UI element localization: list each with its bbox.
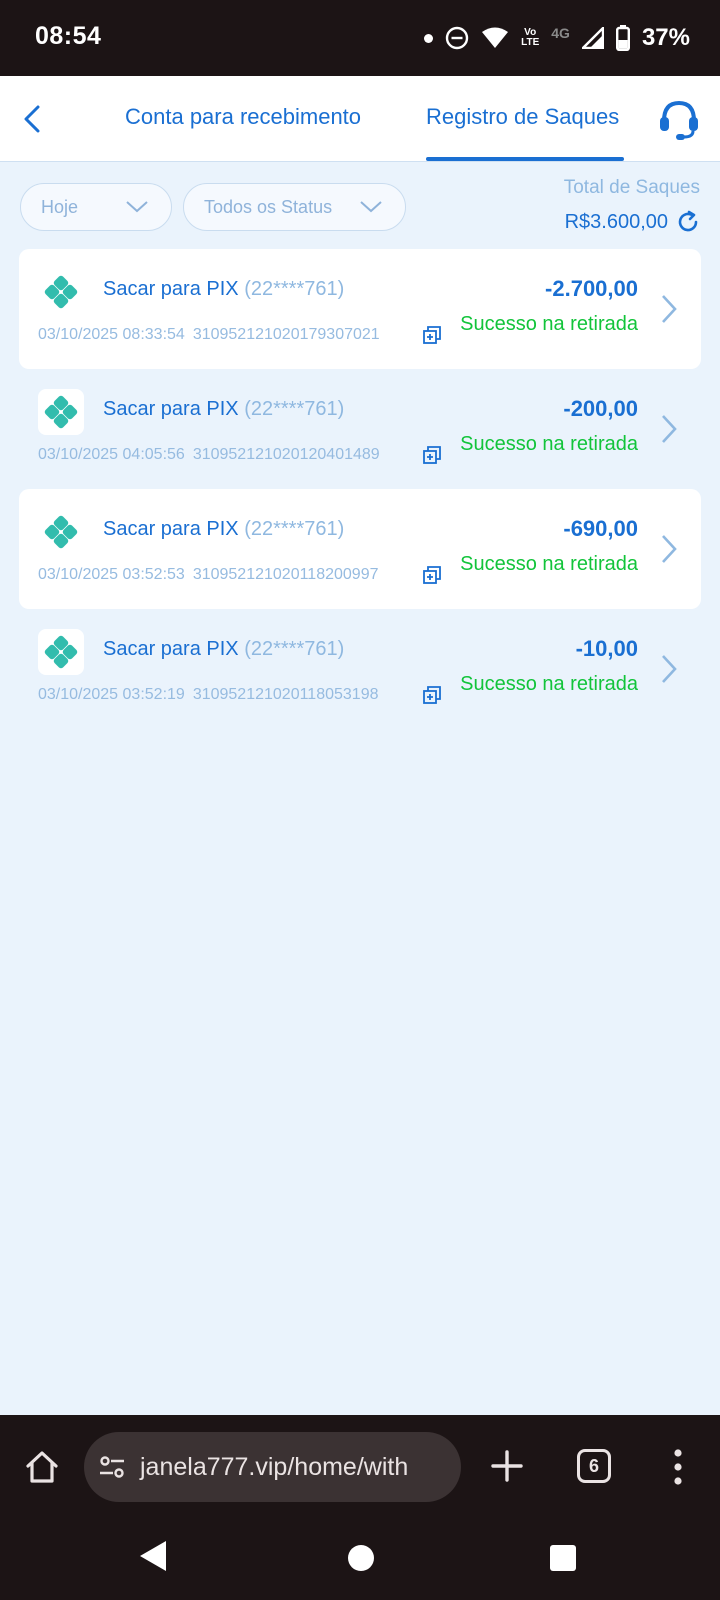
tab-switcher-button[interactable]: 6 — [577, 1449, 611, 1483]
nav-home-icon[interactable] — [348, 1545, 374, 1571]
chevron-right-icon — [662, 655, 677, 683]
wifi-icon — [482, 27, 509, 48]
masked-account: (22****761) — [244, 398, 345, 420]
withdrawal-meta: 03/10/2025 03:52:19 310952121020118053198 — [38, 686, 379, 704]
masked-account: (22****761) — [244, 518, 345, 540]
chevron-down-icon — [126, 201, 148, 213]
date-filter-label: Hoje — [41, 196, 79, 217]
system-nav-bar — [0, 1520, 720, 1600]
status-icons: Vo LTE 4G 37% — [424, 20, 690, 56]
chevron-down-icon — [360, 201, 382, 213]
pix-logo-badge — [38, 629, 84, 675]
list-item[interactable]: Sacar para PIX (22****761) 03/10/2025 03… — [19, 489, 701, 609]
tab-conta-recebimento[interactable]: Conta para recebimento — [125, 104, 361, 130]
nav-back-icon[interactable] — [138, 1539, 168, 1573]
network-type: 4G — [551, 25, 570, 41]
withdrawal-list: Sacar para PIX (22****761) 03/10/2025 08… — [19, 249, 701, 729]
withdrawal-code: 310952121020120401489 — [192, 446, 380, 463]
list-item[interactable]: Sacar para PIX (22****761) 03/10/2025 08… — [19, 249, 701, 369]
withdrawal-title: Sacar para PIX (22****761) — [103, 278, 344, 301]
withdrawal-method: Sacar para PIX — [103, 398, 239, 420]
support-headset-icon[interactable] — [656, 97, 702, 141]
withdrawal-amount: -2.700,00 — [545, 276, 638, 301]
tab-registro-saques[interactable]: Registro de Saques — [426, 104, 619, 130]
withdrawal-title: Sacar para PIX (22****761) — [103, 398, 344, 421]
withdrawal-datetime: 03/10/2025 03:52:53 — [38, 566, 185, 583]
withdrawal-amount: -690,00 — [563, 516, 638, 541]
withdrawal-status: Sucesso na retirada — [460, 673, 638, 695]
withdrawal-method: Sacar para PIX — [103, 278, 239, 300]
pix-logo-badge — [38, 269, 84, 315]
notification-dot-icon — [424, 33, 434, 43]
copy-icon[interactable] — [423, 686, 441, 704]
status-time: 08:54 — [35, 22, 102, 50]
chevron-right-icon — [662, 535, 677, 563]
withdrawal-method: Sacar para PIX — [103, 638, 239, 660]
copy-icon[interactable] — [423, 566, 441, 584]
withdrawal-code: 310952121020118053198 — [192, 686, 379, 703]
withdrawal-code: 310952121020118200997 — [192, 566, 379, 583]
withdrawal-meta: 03/10/2025 04:05:56 310952121020120401489 — [38, 446, 380, 464]
status-bar: 08:54 Vo LTE 4G 37% — [0, 0, 720, 76]
refresh-icon[interactable] — [676, 210, 700, 234]
browser-toolbar: janela777.vip/home/with 6 — [0, 1415, 720, 1520]
address-bar[interactable]: janela777.vip/home/with — [84, 1432, 461, 1502]
new-tab-plus-icon[interactable] — [490, 1449, 524, 1483]
pix-logo-badge — [38, 509, 84, 555]
copy-icon[interactable] — [423, 326, 441, 344]
pix-icon — [44, 275, 78, 309]
withdrawal-amount: -200,00 — [563, 396, 638, 421]
withdrawal-datetime: 03/10/2025 04:05:56 — [38, 446, 185, 463]
battery-icon — [615, 25, 630, 51]
volte-bottom: LTE — [521, 37, 540, 48]
do-not-disturb-icon — [445, 26, 469, 50]
withdrawal-status: Sucesso na retirada — [460, 553, 638, 575]
withdrawal-title: Sacar para PIX (22****761) — [103, 638, 344, 661]
withdrawal-amount: -10,00 — [575, 636, 638, 661]
pix-icon — [44, 515, 78, 549]
withdrawal-datetime: 03/10/2025 03:52:19 — [38, 686, 185, 703]
top-nav: Conta para recebimento Registro de Saque… — [0, 76, 720, 162]
total-withdrawals: R$3.600,00 — [565, 210, 700, 234]
nav-recents-icon[interactable] — [550, 1545, 576, 1571]
withdrawal-code: 310952121020179307021 — [192, 326, 380, 343]
status-filter-label: Todos os Status — [204, 196, 333, 217]
list-item[interactable]: Sacar para PIX (22****761) 03/10/2025 04… — [19, 369, 701, 489]
status-filter-dropdown[interactable]: Todos os Status — [183, 183, 406, 231]
total-withdrawals-value: R$3.600,00 — [564, 210, 668, 233]
pix-logo-badge — [38, 389, 84, 435]
url-text: janela777.vip/home/with — [140, 1452, 409, 1481]
back-arrow-icon[interactable] — [18, 102, 48, 136]
more-menu-icon[interactable] — [666, 1445, 690, 1489]
pix-icon — [44, 635, 78, 669]
masked-account: (22****761) — [244, 638, 345, 660]
withdrawal-datetime: 03/10/2025 08:33:54 — [38, 326, 185, 343]
copy-icon[interactable] — [423, 446, 441, 464]
chevron-right-icon — [662, 415, 677, 443]
masked-account: (22****761) — [244, 278, 345, 300]
pix-icon — [44, 395, 78, 429]
signal-icon — [581, 27, 604, 49]
list-item[interactable]: Sacar para PIX (22****761) 03/10/2025 03… — [19, 609, 701, 729]
date-filter-dropdown[interactable]: Hoje — [20, 183, 172, 231]
home-icon[interactable] — [24, 1449, 60, 1485]
chevron-right-icon — [662, 295, 677, 323]
volte-indicator: Vo LTE — [521, 28, 539, 48]
withdrawal-title: Sacar para PIX (22****761) — [103, 518, 344, 541]
active-tab-indicator — [426, 157, 624, 161]
withdrawal-meta: 03/10/2025 03:52:53 310952121020118200997 — [38, 566, 379, 584]
withdrawal-status: Sucesso na retirada — [460, 313, 638, 335]
battery-percent: 37% — [641, 24, 690, 51]
withdrawal-method: Sacar para PIX — [103, 518, 239, 540]
total-withdrawals-label: Total de Saques — [563, 177, 700, 198]
site-settings-icon[interactable] — [98, 1453, 126, 1481]
withdrawal-status: Sucesso na retirada — [460, 433, 638, 455]
withdrawal-meta: 03/10/2025 08:33:54 310952121020179307021 — [38, 326, 380, 344]
